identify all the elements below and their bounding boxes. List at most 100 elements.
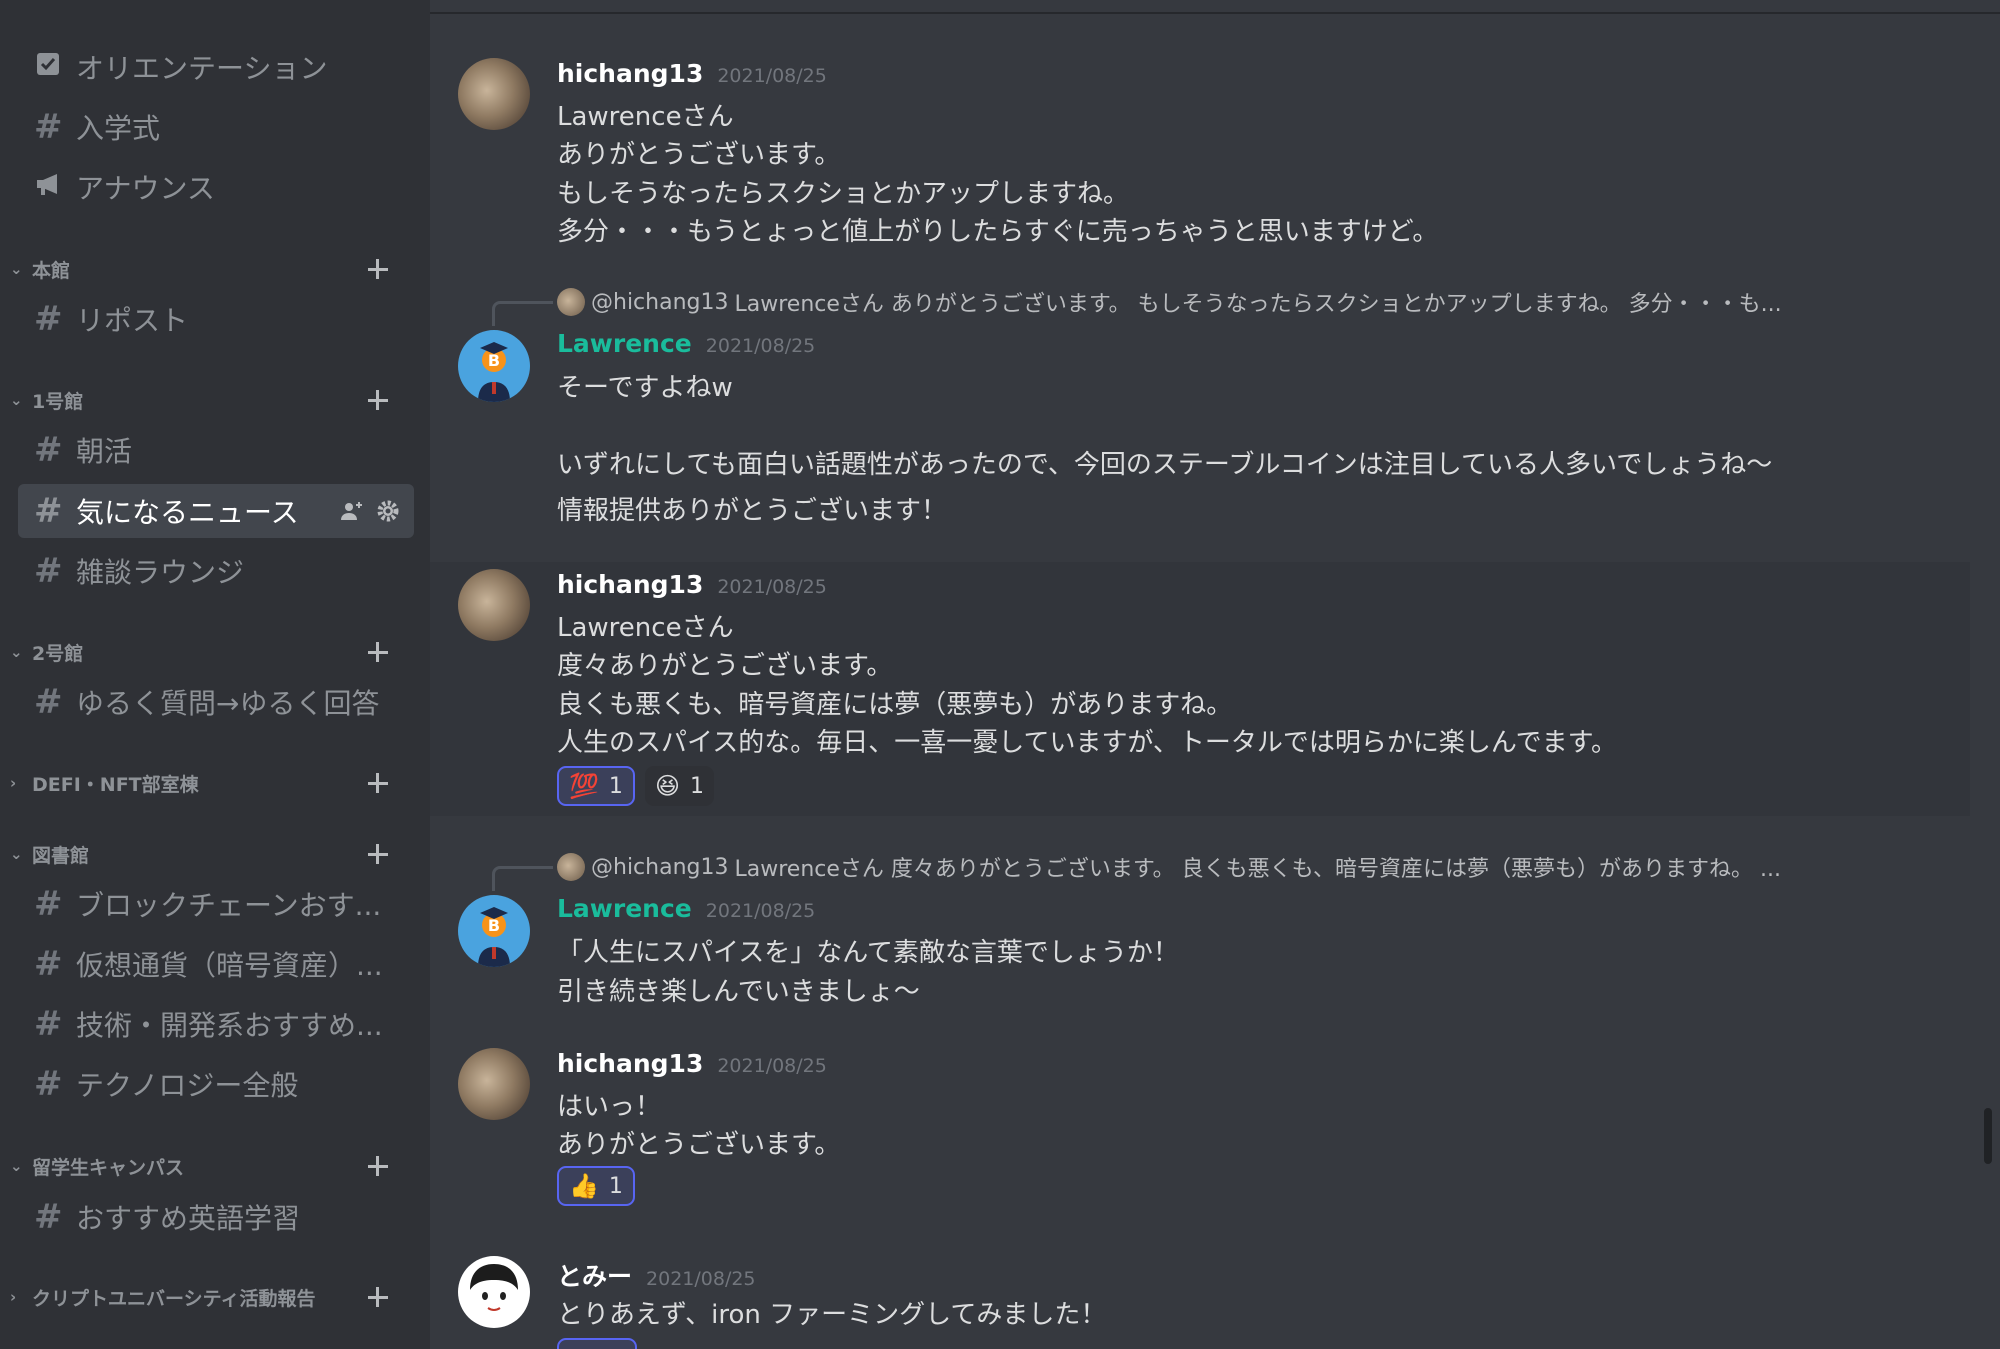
header-divider	[430, 0, 2000, 14]
category-2gokan[interactable]: ⌄ 2号館	[10, 635, 410, 669]
chevron-right-icon: ›	[10, 1288, 17, 1306]
channel-zatsudan[interactable]: # 雑談ラウンジ	[18, 544, 414, 598]
category-honkan[interactable]: ⌄ 本館	[10, 252, 410, 286]
channel-label: アナウンス	[76, 172, 215, 205]
channel-announce[interactable]: アナウンス	[18, 160, 414, 214]
message-line: 引き続き楽しんでいきましょ〜	[557, 977, 920, 1007]
gear-icon[interactable]	[376, 499, 400, 523]
message-line: 度々ありがとうございます。	[557, 651, 893, 681]
reaction-thumbsup[interactable]: 👍 1	[557, 1166, 635, 1206]
author-name[interactable]: hichang13	[557, 1049, 703, 1078]
chevron-down-icon: ⌄	[10, 845, 23, 863]
channel-label: オリエンテーション	[76, 52, 328, 85]
hash-icon: #	[34, 944, 63, 984]
channel-label: テクノロジー全般	[76, 1069, 299, 1102]
scrollbar-thumb[interactable]	[1984, 1108, 1992, 1164]
add-channel-icon[interactable]	[362, 383, 392, 417]
message-line: そーですよねw	[557, 373, 733, 403]
avatar[interactable]	[458, 569, 530, 641]
channel-label: 雑談ラウンジ	[76, 556, 245, 589]
channel-yuruku-shitsumon[interactable]: # ゆるく質問→ゆるく回答	[18, 675, 414, 729]
channel-nyugakushiki[interactable]: # 入学式	[18, 100, 414, 154]
message-date: 2021/08/25	[646, 1268, 756, 1290]
avatar[interactable]	[458, 1048, 530, 1120]
category-label: 図書館	[32, 844, 90, 867]
author-name[interactable]: Lawrence	[557, 329, 692, 358]
add-channel-icon[interactable]	[362, 635, 392, 669]
message-line: もしそうなったらスクショとかアップしますね。	[557, 179, 1130, 209]
category-label: 本館	[32, 259, 71, 282]
author-name[interactable]: Lawrence	[557, 894, 692, 923]
message-line: 人生のスパイス的な。毎日、一喜一憂していますが、トータルでは明らかに楽しんでます…	[557, 728, 1618, 758]
channel-label: 入学式	[76, 112, 161, 145]
hash-icon: #	[34, 1004, 63, 1044]
channel-label: 朝活	[76, 435, 133, 468]
add-channel-icon[interactable]	[362, 766, 392, 800]
avatar[interactable]	[458, 58, 530, 130]
channel-label: おすすめ英語学習	[76, 1202, 301, 1235]
avatar[interactable]: B	[458, 330, 530, 402]
reply-text: Lawrenceさん 度々ありがとうございます。 良くも悪くも、暗号資産には夢（…	[734, 857, 1781, 882]
chevron-right-icon: ›	[10, 774, 17, 792]
channel-blockchain-osusume[interactable]: # ブロックチェーンおす...	[18, 877, 414, 931]
category-defi-nft[interactable]: › DEFI・NFT部室棟	[10, 766, 410, 800]
reaction-partial[interactable]	[557, 1338, 637, 1349]
message-date: 2021/08/25	[717, 576, 827, 598]
reply-spine	[492, 301, 553, 326]
add-channel-icon[interactable]	[362, 252, 392, 286]
channel-label: 技術・開発系おすすめ...	[76, 1009, 383, 1042]
channel-orientation[interactable]: オリエンテーション	[18, 40, 414, 94]
reply-spine	[492, 866, 553, 891]
message-date: 2021/08/25	[717, 65, 827, 87]
channel-kasou-tsuka[interactable]: # 仮想通貨（暗号資産）...	[18, 937, 414, 991]
message-line: ありがとうございます。	[557, 1130, 841, 1160]
avatar	[557, 853, 585, 881]
message-line: 情報提供ありがとうございます！	[557, 496, 948, 526]
reaction-hundred[interactable]: 💯 1	[557, 766, 635, 806]
channel-label: ブロックチェーンおす...	[76, 889, 382, 922]
category-ryugakusei[interactable]: ⌄ 留学生キャンパス	[10, 1149, 410, 1183]
add-channel-icon[interactable]	[362, 1280, 392, 1314]
channel-asakatsu[interactable]: # 朝活	[18, 423, 414, 477]
avatar[interactable]	[458, 1256, 530, 1328]
hash-icon: #	[34, 551, 63, 591]
category-crypto-univ-report[interactable]: › クリプトユニバーシティ活動報告	[10, 1280, 410, 1314]
channel-eigo-gakushu[interactable]: # おすすめ英語学習	[18, 1190, 414, 1244]
hash-icon: #	[34, 1064, 63, 1104]
reply-preview[interactable]: @hichang13 Lawrenceさん ありがとうございます。 もしそうなっ…	[557, 286, 1957, 318]
channel-kininaru-news[interactable]: # 気になるニュース	[18, 484, 414, 538]
checklist-icon	[34, 47, 76, 87]
reply-preview[interactable]: @hichang13 Lawrenceさん 度々ありがとうございます。 良くも悪…	[557, 851, 1957, 883]
message-date: 2021/08/25	[705, 900, 816, 922]
channel-technology[interactable]: # テクノロジー全般	[18, 1057, 414, 1111]
avatar	[557, 288, 585, 316]
avatar[interactable]: B	[458, 895, 530, 967]
channel-sidebar: オリエンテーション # 入学式 アナウンス ⌄ 本館 # リポスト ⌄ 1号館 …	[0, 0, 430, 1349]
add-channel-icon[interactable]	[362, 837, 392, 871]
author-name[interactable]: hichang13	[557, 570, 703, 599]
message-line: Lawrenceさん	[557, 613, 734, 643]
author-name[interactable]: hichang13	[557, 59, 703, 88]
reply-text: Lawrenceさん ありがとうございます。 もしそうなったらスクショとかアップ…	[734, 292, 1782, 317]
reaction-laughing[interactable]: 😆 1	[645, 766, 715, 806]
chevron-down-icon: ⌄	[10, 391, 23, 409]
thumbs-up-emoji-icon: 👍	[569, 1172, 599, 1200]
hash-icon: #	[34, 491, 63, 531]
channel-repost[interactable]: # リポスト	[18, 292, 414, 346]
category-1gokan[interactable]: ⌄ 1号館	[10, 383, 410, 417]
hash-icon: #	[34, 430, 63, 470]
channel-label: ゆるく質問→ゆるく回答	[76, 687, 380, 720]
channel-gijutsu-kaihatsu[interactable]: # 技術・開発系おすすめ...	[18, 997, 414, 1051]
category-label: クリプトユニバーシティ活動報告	[32, 1287, 316, 1310]
author-name[interactable]: とみー	[557, 1257, 632, 1293]
hash-icon: #	[34, 1197, 63, 1237]
invite-icon[interactable]	[340, 499, 364, 523]
chevron-down-icon: ⌄	[10, 1157, 23, 1175]
message: hichang13 2021/08/25 Lawrenceさん ありがとうござい…	[430, 56, 1970, 256]
category-toshokan[interactable]: ⌄ 図書館	[10, 837, 410, 871]
chevron-down-icon: ⌄	[10, 643, 23, 661]
reply-author: @hichang13	[591, 854, 729, 880]
message: とみー 2021/08/25 とりあえず、iron ファーミングしてみました！	[430, 1254, 1970, 1349]
message-date: 2021/08/25	[705, 335, 816, 357]
add-channel-icon[interactable]	[362, 1149, 392, 1183]
